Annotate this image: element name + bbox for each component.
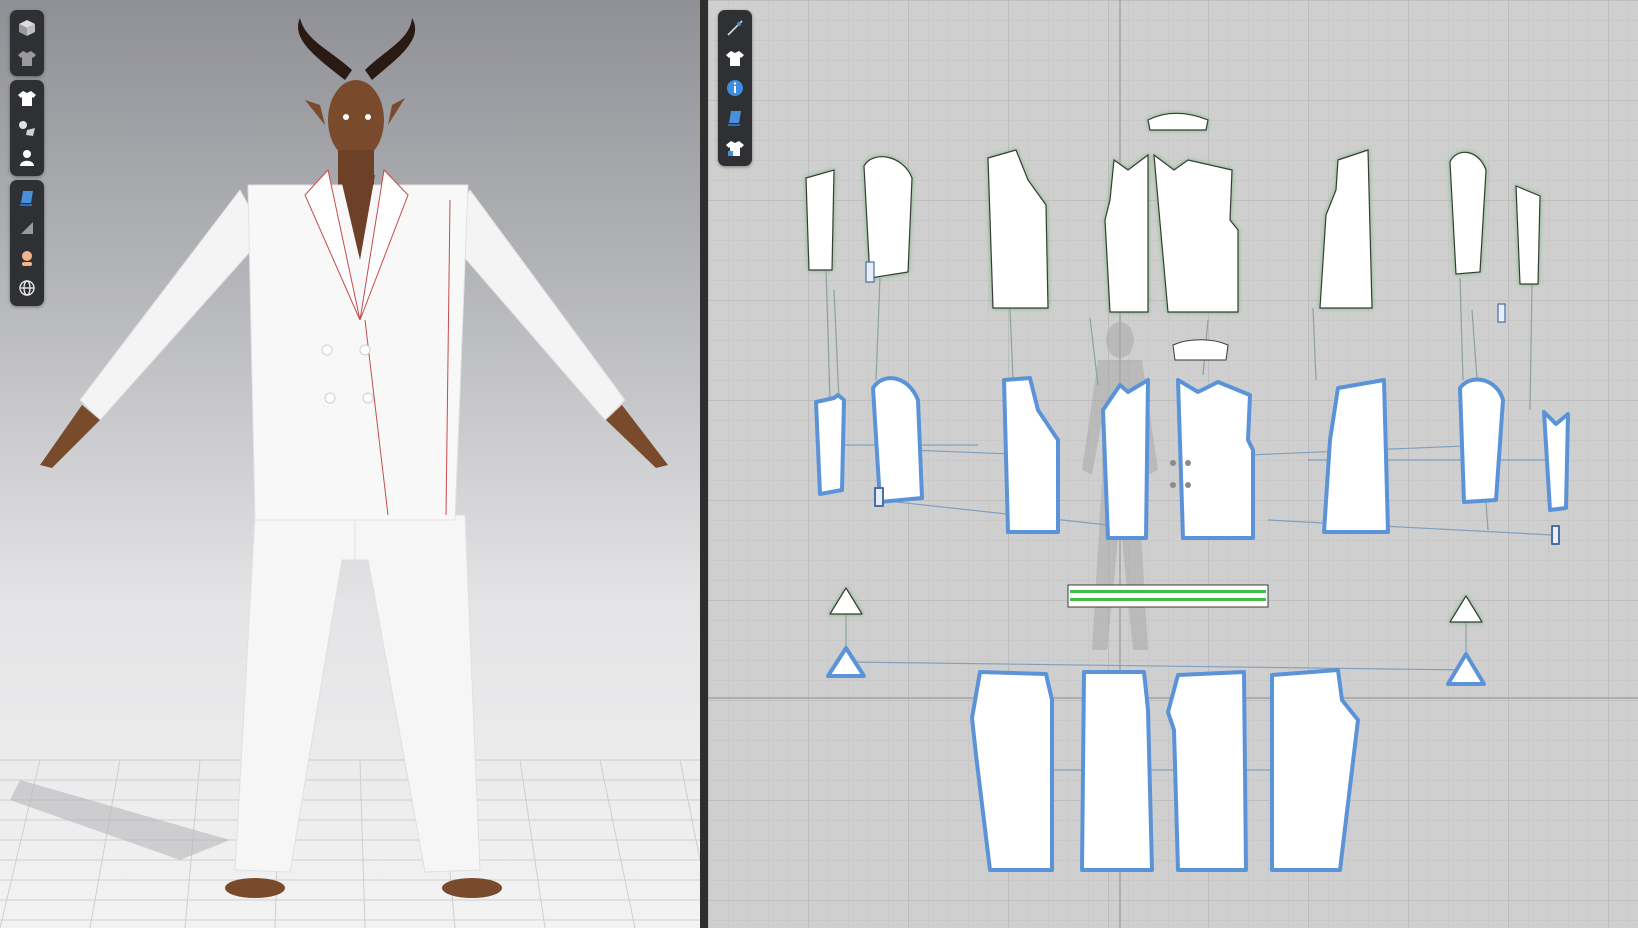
toolbar-3d <box>10 10 44 306</box>
info-icon[interactable] <box>722 75 748 101</box>
jacket-sleeve-right <box>444 189 626 421</box>
shirt-lock-icon[interactable] <box>722 135 748 161</box>
fabric-icon[interactable] <box>14 115 40 141</box>
segment-tool-icon[interactable] <box>722 15 748 41</box>
brush-icon[interactable] <box>14 185 40 211</box>
hand-left <box>40 405 100 468</box>
toolbar-group-2 <box>10 80 44 176</box>
2d-pattern-view[interactable] <box>708 0 1638 928</box>
toolbar-group-3 <box>10 180 44 306</box>
pattern-canvas <box>708 0 1638 928</box>
floor-grid <box>0 759 700 928</box>
simulate-icon[interactable] <box>14 15 40 41</box>
hand-right <box>606 405 668 468</box>
horn-left <box>298 18 352 80</box>
avatar-icon[interactable] <box>14 145 40 171</box>
avatar-head <box>328 80 384 160</box>
waistband-piece <box>1067 584 1269 608</box>
horn-right <box>365 18 416 80</box>
jacket-sleeve-left <box>79 189 266 421</box>
foot-left <box>225 878 285 898</box>
toolbar-2d-group <box>718 10 752 166</box>
garment-display-icon[interactable] <box>14 45 40 71</box>
collar-piece <box>1172 339 1229 361</box>
avatar-scene <box>0 18 700 928</box>
globe-icon[interactable] <box>14 275 40 301</box>
foot-right <box>442 878 502 898</box>
trousers <box>234 514 481 873</box>
toolbar-group-1 <box>10 10 44 76</box>
toolbar-2d <box>718 10 752 166</box>
avatar-head-icon[interactable] <box>14 245 40 271</box>
fabric-tool-icon[interactable] <box>722 105 748 131</box>
pattern-pieces-middle <box>814 376 1570 545</box>
texture-icon[interactable] <box>14 215 40 241</box>
shirt-icon[interactable] <box>722 45 748 71</box>
pane-divider[interactable] <box>700 0 708 928</box>
3d-view[interactable] <box>0 0 700 928</box>
shirt-icon[interactable] <box>14 85 40 111</box>
pattern-pieces-top <box>805 112 1541 323</box>
